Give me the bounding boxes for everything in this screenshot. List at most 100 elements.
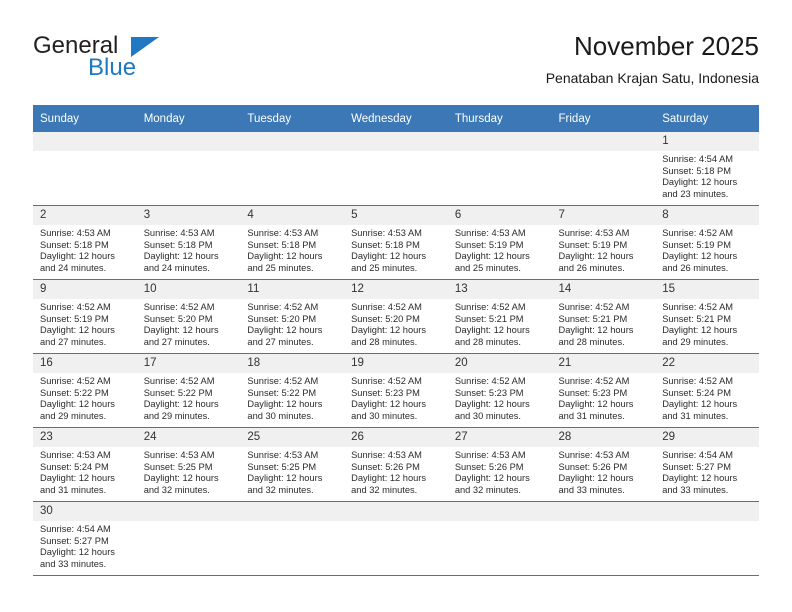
- calendar-day-cell[interactable]: 4 Sunrise: 4:53 AM Sunset: 5:18 PM Daylight…: [240, 205, 345, 280]
- calendar-day-cell[interactable]: 14 Sunrise: 4:52 AM Sunset: 5:21 PM Dayligh…: [551, 279, 656, 354]
- sun-info-line: Daylight: 12 hours: [40, 547, 115, 558]
- calendar-day-cell[interactable]: 26 Sunrise: 4:53 AM Sunset: 5:26 PM Dayligh…: [344, 427, 448, 502]
- day-cell-inner: 23 Sunrise: 4:53 AM Sunset: 5:24 PM Dayligh…: [33, 428, 137, 501]
- sun-info-line: Daylight: 12 hours: [454, 473, 530, 484]
- day-cell-inner: 10 Sunrise: 4:52 AM Sunset: 5:20 PM Dayligh…: [136, 280, 241, 353]
- sun-info-line: Daylight: 12 hours: [247, 325, 323, 336]
- sun-info-line: Sunset: 5:27 PM: [662, 461, 731, 472]
- sun-info-line: and 30 minutes.: [454, 410, 521, 421]
- sun-info-line: Sunrise: 4:54 AM: [662, 154, 734, 164]
- sun-info-line: Sunset: 5:25 PM: [143, 461, 213, 472]
- sun-info-line: Sunset: 5:23 PM: [558, 387, 628, 398]
- sun-info-line: Daylight: 12 hours: [662, 177, 738, 188]
- day-number: 10: [136, 280, 241, 299]
- sun-info-line: and 27 minutes.: [40, 336, 107, 347]
- day-cell-inner: 3 Sunrise: 4:53 AM Sunset: 5:18 PM Daylight…: [136, 206, 241, 279]
- sun-info-line: Sunset: 5:23 PM: [351, 387, 420, 398]
- sun-info-line: and 26 minutes.: [558, 262, 625, 273]
- sun-info: Sunrise: 4:53 AM Sunset: 5:25 PM Daylight:…: [240, 447, 344, 496]
- sun-info-line: and 29 minutes.: [40, 410, 107, 421]
- calendar-day-cell[interactable]: 28 Sunrise: 4:53 AM Sunset: 5:26 PM Dayligh…: [551, 427, 656, 502]
- day-cell-inner: 7 Sunrise: 4:53 AM Sunset: 5:19 PM Daylight…: [551, 206, 656, 279]
- sun-info-line: Sunset: 5:19 PM: [558, 239, 628, 250]
- calendar-day-cell[interactable]: 16 Sunrise: 4:52 AM Sunset: 5:22 PM Dayligh…: [33, 353, 137, 428]
- calendar-day-cell[interactable]: 3 Sunrise: 4:53 AM Sunset: 5:18 PM Daylight…: [136, 205, 241, 280]
- day-cell-inner: [136, 502, 241, 575]
- day-number: [344, 502, 448, 521]
- calendar-day-cell[interactable]: 21 Sunrise: 4:52 AM Sunset: 5:23 PM Dayligh…: [551, 353, 656, 428]
- calendar-day-cell[interactable]: 19 Sunrise: 4:52 AM Sunset: 5:23 PM Dayligh…: [344, 353, 448, 428]
- day-number: 18: [240, 354, 345, 373]
- calendar-day-cell[interactable]: 22 Sunrise: 4:52 AM Sunset: 5:24 PM Dayligh…: [655, 353, 759, 428]
- sun-info-line: Daylight: 12 hours: [558, 251, 634, 262]
- calendar-day-cell[interactable]: 15 Sunrise: 4:52 AM Sunset: 5:21 PM Dayligh…: [655, 279, 759, 354]
- day-number: 30: [33, 502, 137, 521]
- calendar-day-cell[interactable]: 1 Sunrise: 4:54 AM Sunset: 5:18 PM Daylight…: [655, 132, 759, 206]
- sun-info: Sunrise: 4:52 AM Sunset: 5:19 PM Daylight:…: [655, 225, 759, 274]
- day-number: 21: [551, 354, 656, 373]
- day-cell-inner: 18 Sunrise: 4:52 AM Sunset: 5:22 PM Dayligh…: [240, 354, 345, 427]
- sun-info: Sunrise: 4:52 AM Sunset: 5:22 PM Daylight:…: [33, 373, 137, 422]
- sun-info-line: Daylight: 12 hours: [40, 399, 115, 410]
- sun-info-line: Sunset: 5:26 PM: [558, 461, 628, 472]
- calendar-day-cell[interactable]: 10 Sunrise: 4:52 AM Sunset: 5:20 PM Dayligh…: [136, 279, 241, 354]
- calendar-day-cell[interactable]: 12 Sunrise: 4:52 AM Sunset: 5:20 PM Dayligh…: [344, 279, 448, 354]
- sun-info-line: Daylight: 12 hours: [454, 399, 530, 410]
- calendar-day-cell[interactable]: 5 Sunrise: 4:53 AM Sunset: 5:18 PM Daylight…: [344, 205, 448, 280]
- sun-info-line: Daylight: 12 hours: [351, 473, 427, 484]
- calendar-day-cell[interactable]: 20 Sunrise: 4:52 AM Sunset: 5:23 PM Dayligh…: [447, 353, 552, 428]
- calendar-day-cell[interactable]: 18 Sunrise: 4:52 AM Sunset: 5:22 PM Dayligh…: [240, 353, 345, 428]
- calendar-empty-cell: [240, 132, 345, 206]
- day-number: 19: [344, 354, 448, 373]
- calendar-day-cell[interactable]: 29 Sunrise: 4:54 AM Sunset: 5:27 PM Dayligh…: [655, 427, 759, 502]
- day-cell-inner: 2 Sunrise: 4:53 AM Sunset: 5:18 PM Daylight…: [33, 206, 137, 279]
- calendar-day-cell[interactable]: 2 Sunrise: 4:53 AM Sunset: 5:18 PM Daylight…: [33, 205, 137, 280]
- sun-info-line: Sunrise: 4:52 AM: [143, 376, 215, 386]
- calendar-day-cell[interactable]: 25 Sunrise: 4:53 AM Sunset: 5:25 PM Dayligh…: [240, 427, 345, 502]
- sun-info-line: Sunrise: 4:52 AM: [454, 302, 526, 312]
- day-number: 3: [136, 206, 241, 225]
- sun-info: Sunrise: 4:53 AM Sunset: 5:19 PM Daylight:…: [448, 225, 552, 274]
- calendar-week-row: 23 Sunrise: 4:53 AM Sunset: 5:24 PM Dayligh…: [33, 427, 759, 502]
- sun-info-line: Daylight: 12 hours: [40, 473, 115, 484]
- day-number: 13: [447, 280, 552, 299]
- day-number: [136, 132, 241, 151]
- sun-info-line: Daylight: 12 hours: [351, 251, 427, 262]
- day-number: 20: [447, 354, 552, 373]
- day-number: 17: [136, 354, 241, 373]
- calendar-day-cell[interactable]: 7 Sunrise: 4:53 AM Sunset: 5:19 PM Daylight…: [551, 205, 656, 280]
- sun-info-line: and 28 minutes.: [454, 336, 521, 347]
- calendar-day-cell[interactable]: 23 Sunrise: 4:53 AM Sunset: 5:24 PM Dayligh…: [33, 427, 137, 502]
- calendar-day-cell[interactable]: 30 Sunrise: 4:54 AM Sunset: 5:27 PM Dayligh…: [33, 501, 137, 576]
- sun-info-line: and 29 minutes.: [662, 336, 729, 347]
- day-cell-inner: 30 Sunrise: 4:54 AM Sunset: 5:27 PM Dayligh…: [33, 502, 137, 575]
- day-number: [33, 132, 137, 151]
- sun-info-line: and 24 minutes.: [143, 262, 210, 273]
- calendar-day-cell[interactable]: 6 Sunrise: 4:53 AM Sunset: 5:19 PM Daylight…: [447, 205, 552, 280]
- logo-text-blue: Blue: [88, 54, 137, 81]
- general-blue-logo: General Blue: [33, 33, 233, 93]
- day-cell-inner: 6 Sunrise: 4:53 AM Sunset: 5:19 PM Daylight…: [447, 206, 552, 279]
- sun-info-line: and 32 minutes.: [351, 484, 418, 495]
- sun-info-line: Sunset: 5:22 PM: [143, 387, 213, 398]
- sun-info-line: Sunset: 5:19 PM: [662, 239, 731, 250]
- day-number: 12: [344, 280, 448, 299]
- calendar-empty-cell: [551, 132, 656, 206]
- sun-info-line: and 27 minutes.: [247, 336, 314, 347]
- calendar-day-cell[interactable]: 9 Sunrise: 4:52 AM Sunset: 5:19 PM Daylight…: [33, 279, 137, 354]
- day-cell-inner: 15 Sunrise: 4:52 AM Sunset: 5:21 PM Dayligh…: [655, 280, 759, 353]
- day-cell-inner: 24 Sunrise: 4:53 AM Sunset: 5:25 PM Dayligh…: [136, 428, 241, 501]
- calendar-day-cell[interactable]: 27 Sunrise: 4:53 AM Sunset: 5:26 PM Dayligh…: [447, 427, 552, 502]
- calendar-day-cell[interactable]: 24 Sunrise: 4:53 AM Sunset: 5:25 PM Dayligh…: [136, 427, 241, 502]
- day-cell-inner: [551, 132, 656, 205]
- day-cell-inner: [655, 502, 759, 575]
- calendar-day-cell[interactable]: 13 Sunrise: 4:52 AM Sunset: 5:21 PM Dayligh…: [447, 279, 552, 354]
- sun-info-line: Sunrise: 4:53 AM: [143, 228, 215, 238]
- calendar-day-cell[interactable]: 8 Sunrise: 4:52 AM Sunset: 5:19 PM Daylight…: [655, 205, 759, 280]
- day-number: 28: [551, 428, 656, 447]
- sun-info-line: Sunset: 5:24 PM: [40, 461, 109, 472]
- calendar-day-cell[interactable]: 17 Sunrise: 4:52 AM Sunset: 5:22 PM Dayligh…: [136, 353, 241, 428]
- calendar-day-cell[interactable]: 11 Sunrise: 4:52 AM Sunset: 5:20 PM Dayligh…: [240, 279, 345, 354]
- sun-info-line: Sunrise: 4:52 AM: [40, 302, 111, 312]
- sun-info-line: Daylight: 12 hours: [143, 399, 219, 410]
